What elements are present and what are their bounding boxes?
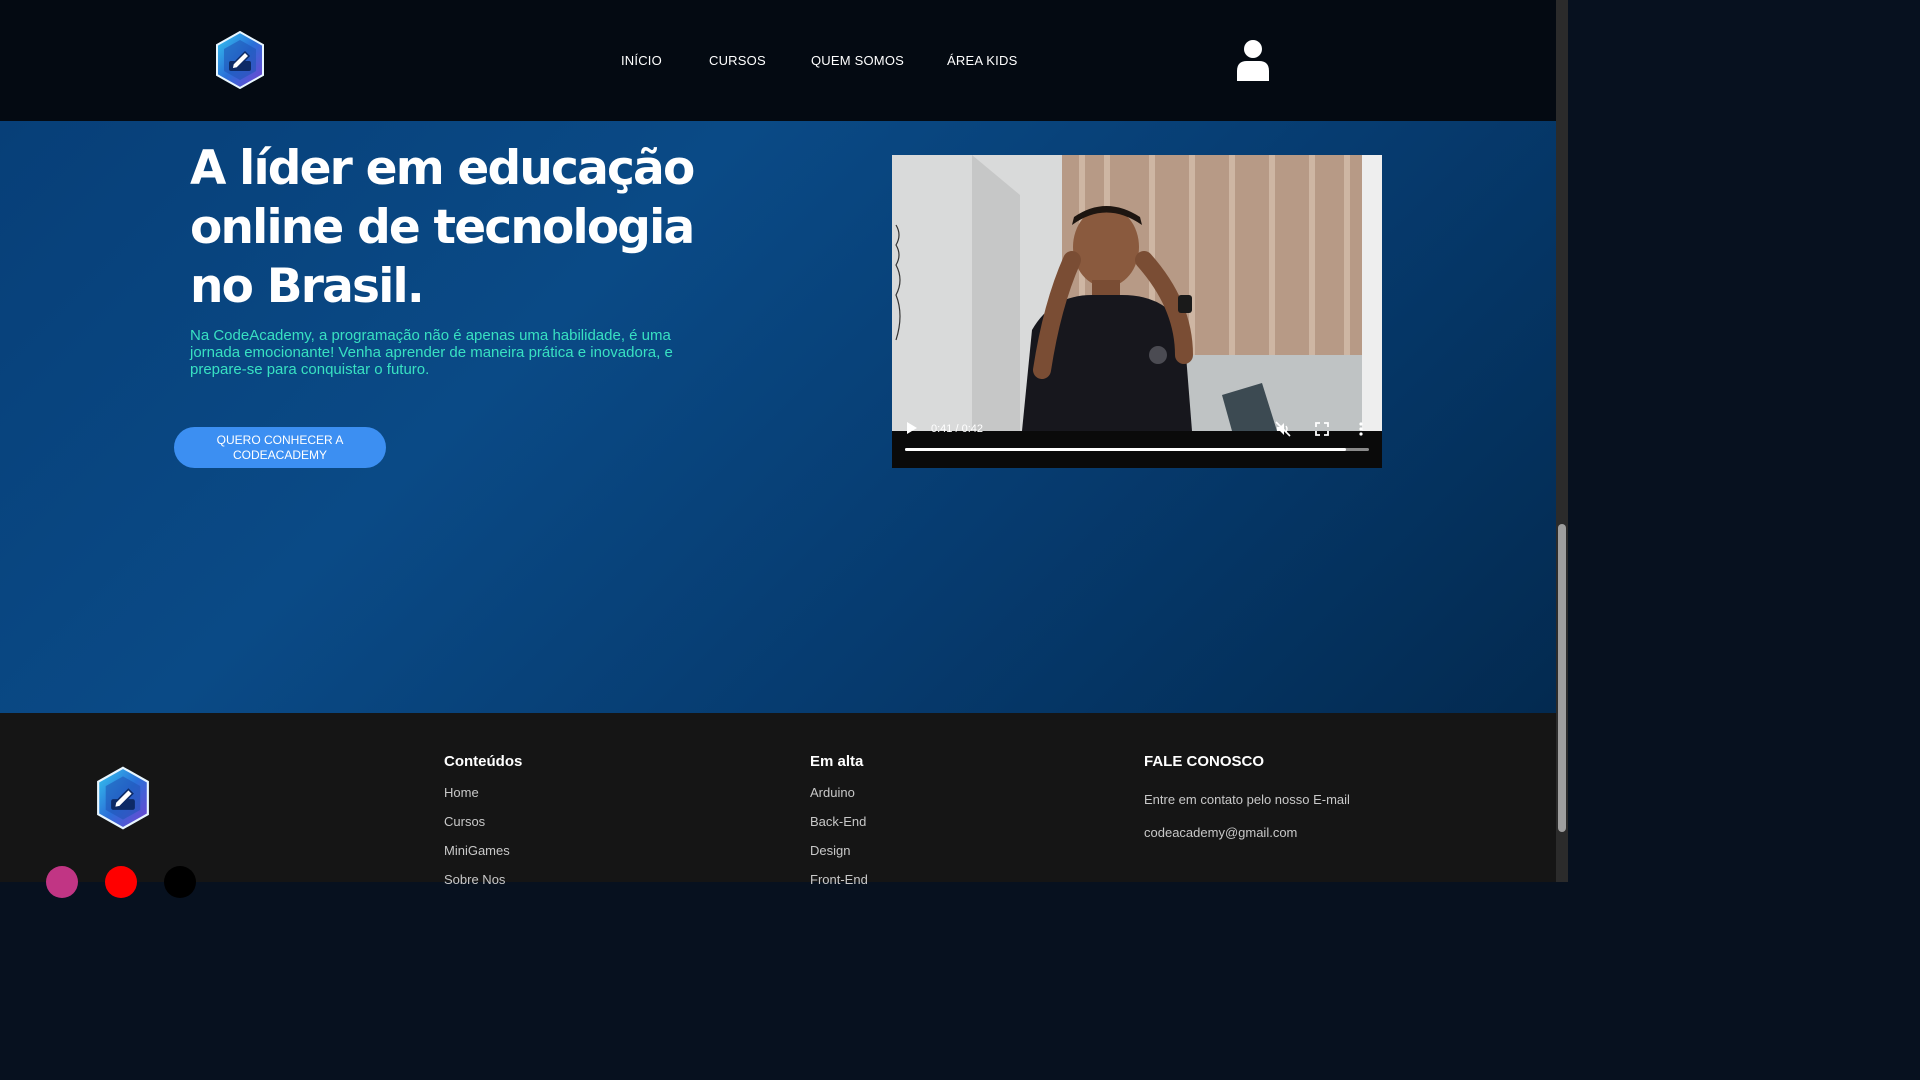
footer-col-title-em-alta: Em alta xyxy=(810,753,864,770)
main-nav: INÍCIO CURSOS QUEM SOMOS ÁREA KIDS xyxy=(0,53,1556,71)
footer-logo-icon[interactable] xyxy=(96,765,150,831)
contact-text: Entre em contato pelo nosso E-mail xyxy=(1144,792,1350,807)
play-icon[interactable] xyxy=(904,421,918,435)
footer-col-title-conteudos: Conteúdos xyxy=(444,753,523,770)
footer: Conteúdos Home Cursos MiniGames Sobre No… xyxy=(0,713,1556,898)
video-controls: 0:41 / 0:42 xyxy=(892,421,1382,468)
youtube-icon[interactable] xyxy=(105,866,137,898)
hero-section: A líder em educação online de tecnologia… xyxy=(0,121,1556,713)
nav-quem-somos[interactable]: QUEM SOMOS xyxy=(811,53,904,68)
footer-link-design[interactable]: Design xyxy=(810,843,850,858)
more-options-icon[interactable] xyxy=(1357,421,1365,437)
instagram-icon[interactable] xyxy=(46,866,78,898)
footer-link-minigames[interactable]: MiniGames xyxy=(444,843,510,858)
scrollbar-thumb[interactable] xyxy=(1558,524,1566,832)
video-time: 0:41 / 0:42 xyxy=(931,423,983,435)
fullscreen-icon[interactable] xyxy=(1315,422,1329,436)
cta-button[interactable]: QUERO CONHECER A CODEACADEMY xyxy=(174,427,386,468)
nav-cursos[interactable]: CURSOS xyxy=(709,53,766,68)
hero-subtitle: Na CodeAcademy, a programação não é apen… xyxy=(190,327,673,378)
contact-email-link[interactable]: codeacademy@gmail.com xyxy=(1144,825,1297,840)
user-icon[interactable] xyxy=(1236,39,1270,81)
footer-link-sobre-nos[interactable]: Sobre Nos xyxy=(444,872,505,887)
footer-link-arduino[interactable]: Arduino xyxy=(810,785,855,800)
hero-title: A líder em educação online de tecnologia… xyxy=(190,141,695,314)
nav-inicio[interactable]: INÍCIO xyxy=(621,53,662,68)
footer-link-cursos[interactable]: Cursos xyxy=(444,814,485,829)
nav-area-kids[interactable]: ÁREA KIDS xyxy=(947,53,1017,68)
footer-link-back-end[interactable]: Back-End xyxy=(810,814,866,829)
page-scrollbar[interactable] xyxy=(1556,0,1568,882)
footer-link-front-end[interactable]: Front-End xyxy=(810,872,868,887)
video-player[interactable]: 0:41 / 0:42 xyxy=(892,155,1382,468)
muted-volume-icon[interactable] xyxy=(1275,421,1291,437)
footer-col-title-fale-conosco: FALE CONOSCO xyxy=(1144,753,1265,770)
tiktok-icon[interactable] xyxy=(164,866,196,898)
footer-link-home[interactable]: Home xyxy=(444,785,479,800)
video-frame[interactable] xyxy=(892,155,1382,431)
video-progress-bar[interactable] xyxy=(905,448,1369,451)
video-progress-fill xyxy=(905,448,1346,451)
top-navbar: INÍCIO CURSOS QUEM SOMOS ÁREA KIDS xyxy=(0,0,1556,121)
